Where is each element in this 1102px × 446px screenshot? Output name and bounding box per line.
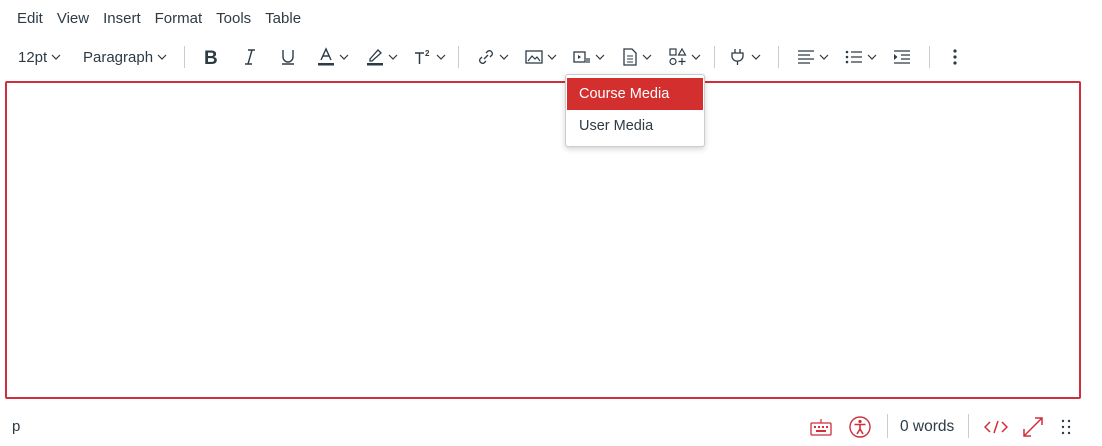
document-button[interactable] <box>622 40 652 74</box>
toolbar-divider <box>714 46 715 68</box>
toolbar: 12pt Paragraph B 2 <box>0 40 1102 74</box>
menu-tools[interactable]: Tools <box>209 7 258 31</box>
underline-button[interactable] <box>279 40 297 74</box>
menu-item-user-media[interactable]: User Media <box>567 110 703 142</box>
indent-button[interactable] <box>893 40 911 74</box>
statusbar-divider <box>968 414 969 438</box>
chevron-down-icon <box>691 54 701 60</box>
accessibility-checker-button[interactable] <box>849 414 871 440</box>
menubar: Edit View Insert Format Tools Table <box>0 0 1102 38</box>
media-button[interactable] <box>573 40 605 74</box>
drag-handle-icon <box>1061 419 1071 435</box>
chevron-down-icon <box>51 54 61 60</box>
chevron-down-icon <box>642 54 652 60</box>
more-button[interactable] <box>951 40 959 74</box>
chevron-down-icon <box>819 54 829 60</box>
plugin-icon <box>731 49 744 65</box>
italic-button[interactable] <box>242 40 258 74</box>
chevron-down-icon <box>436 54 446 60</box>
element-path[interactable]: p <box>12 418 20 435</box>
code-icon <box>984 420 1008 434</box>
link-icon <box>479 50 493 64</box>
menu-view[interactable]: View <box>50 7 96 31</box>
toolbar-divider <box>929 46 930 68</box>
word-count-button[interactable]: 0 words <box>900 414 954 440</box>
menu-format[interactable]: Format <box>148 7 210 31</box>
chevron-down-icon <box>867 54 877 60</box>
toolbar-divider <box>778 46 779 68</box>
apps-icon <box>669 48 687 66</box>
indent-icon <box>894 50 910 64</box>
list-button[interactable] <box>845 40 877 74</box>
underline-icon <box>282 50 294 65</box>
apps-button[interactable] <box>669 40 701 74</box>
superscript-icon: 2 <box>415 49 430 64</box>
link-button[interactable] <box>477 40 509 74</box>
align-button[interactable] <box>797 40 829 74</box>
chevron-down-icon <box>499 54 509 60</box>
list-icon <box>845 50 862 64</box>
italic-icon <box>245 49 255 65</box>
toolbar-divider <box>458 46 459 68</box>
font-size-select[interactable]: 12pt <box>18 40 61 74</box>
resize-handle[interactable] <box>1061 414 1071 440</box>
chevron-down-icon <box>595 54 605 60</box>
editor-content-area[interactable] <box>5 81 1081 399</box>
image-icon <box>525 50 543 64</box>
keyboard-shortcuts-button[interactable] <box>810 414 832 440</box>
html-editor-toggle[interactable] <box>984 414 1008 440</box>
block-format-select[interactable]: Paragraph <box>83 40 167 74</box>
menu-table[interactable]: Table <box>258 7 308 31</box>
menu-insert[interactable]: Insert <box>96 7 148 31</box>
media-icon <box>573 51 590 63</box>
bold-icon: B <box>204 48 218 66</box>
svg-text:2: 2 <box>425 49 430 58</box>
block-format-value: Paragraph <box>83 48 154 66</box>
media-dropdown-menu: Course Media User Media <box>565 74 705 147</box>
document-icon <box>623 48 637 66</box>
text-color-icon <box>318 47 334 66</box>
fullscreen-expand-icon <box>1023 417 1043 437</box>
chevron-down-icon <box>339 54 349 60</box>
superscript-button[interactable]: 2 <box>414 40 446 74</box>
menu-edit[interactable]: Edit <box>10 7 50 31</box>
image-button[interactable] <box>525 40 557 74</box>
more-vertical-icon <box>953 49 957 65</box>
plugin-button[interactable] <box>729 40 761 74</box>
word-count: 0 words <box>900 418 955 435</box>
accessibility-icon <box>849 416 871 438</box>
bold-button[interactable]: B <box>202 40 220 74</box>
menu-item-course-media[interactable]: Course Media <box>567 78 703 110</box>
align-icon <box>798 50 814 64</box>
chevron-down-icon <box>751 54 761 60</box>
fullscreen-button[interactable] <box>1022 414 1044 440</box>
highlight-color-button[interactable] <box>366 40 398 74</box>
toolbar-divider <box>184 46 185 68</box>
statusbar-divider <box>887 414 888 438</box>
svg-text:B: B <box>204 48 218 66</box>
keyboard-icon <box>810 419 832 436</box>
statusbar: p 0 words <box>0 408 1102 446</box>
chevron-down-icon <box>157 54 167 60</box>
highlight-color-icon <box>367 49 383 66</box>
chevron-down-icon <box>547 54 557 60</box>
chevron-down-icon <box>388 54 398 60</box>
text-color-button[interactable] <box>317 40 349 74</box>
font-size-value: 12pt <box>18 48 48 66</box>
